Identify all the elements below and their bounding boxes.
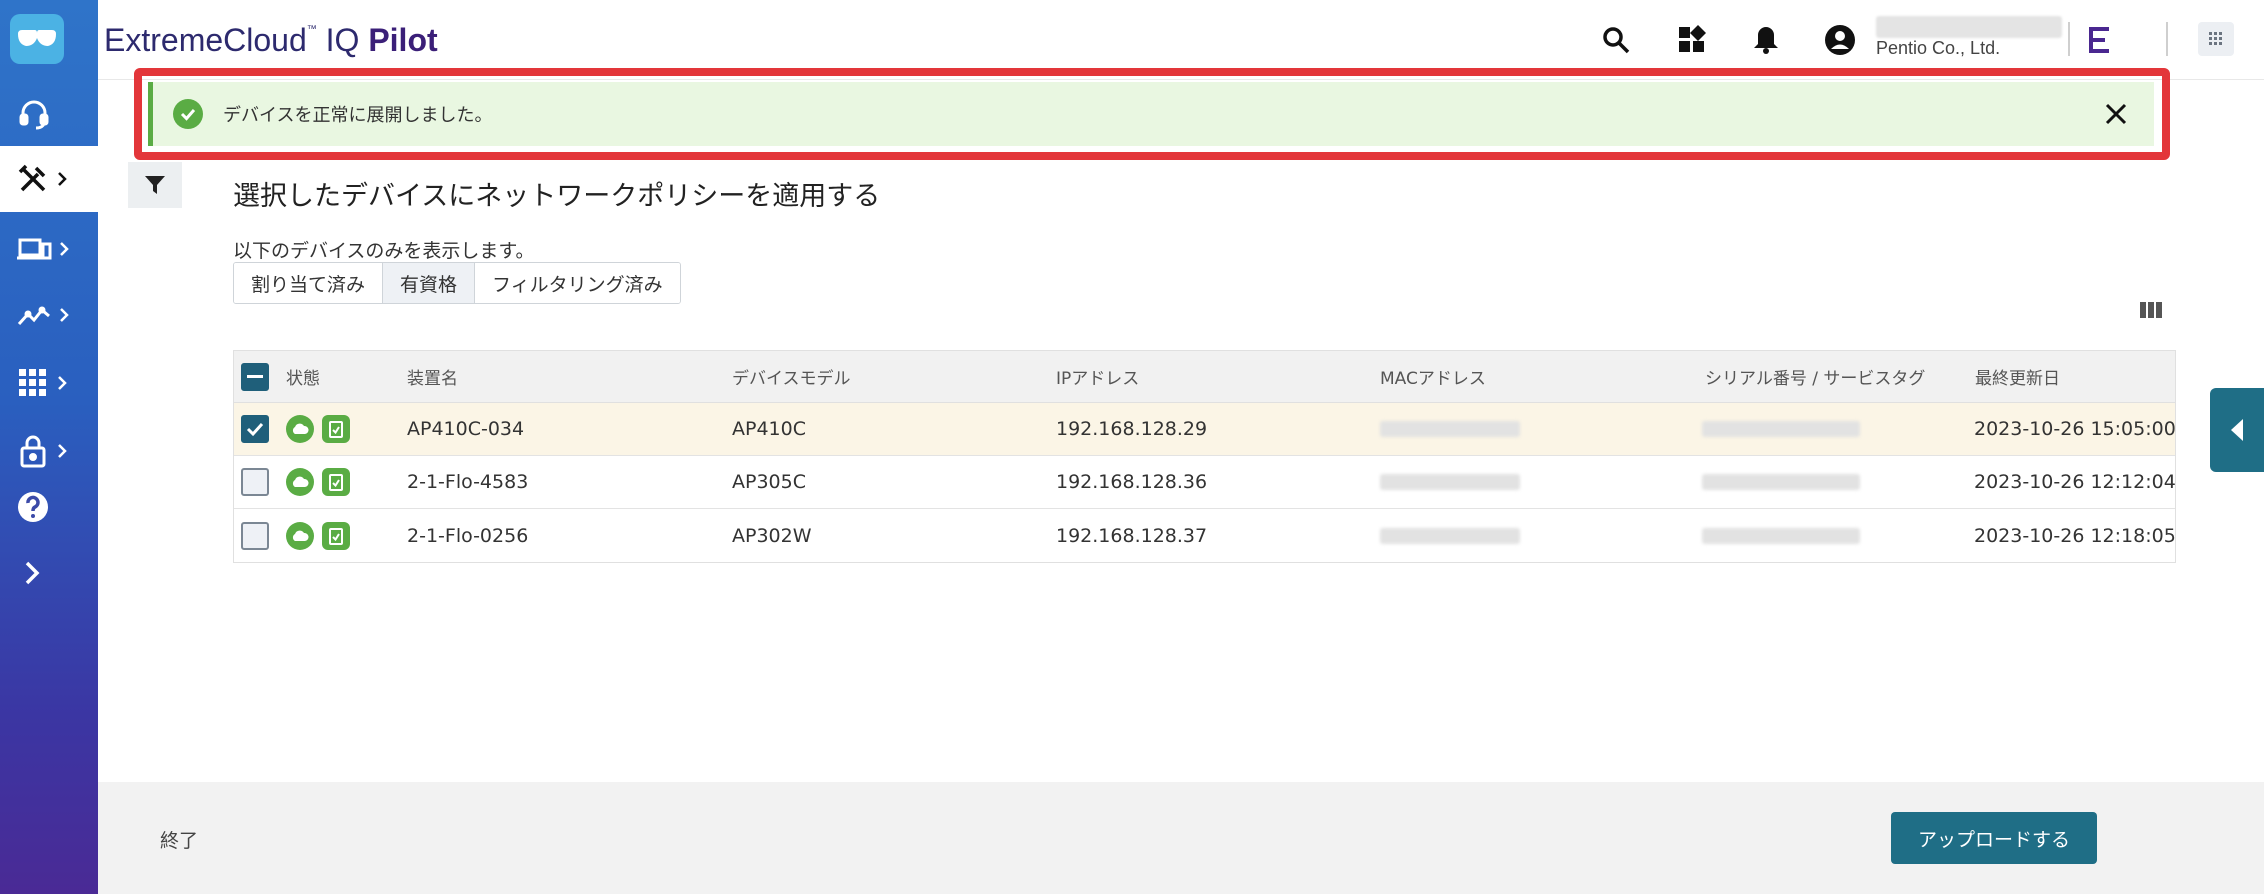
clipboard-check-icon (322, 521, 350, 550)
org-name: Pentio Co., Ltd. (1876, 38, 2001, 58)
segment-qualified[interactable]: 有資格 (383, 263, 476, 303)
chevron-left-icon (2231, 419, 2243, 441)
headset-icon (19, 100, 49, 130)
device-ip: 192.168.128.37 (1056, 524, 1208, 547)
table-row[interactable]: 2-1-Flo-4583 AP305C 192.168.128.36 2023-… (234, 456, 2176, 509)
close-icon[interactable] (2100, 98, 2132, 130)
check-circle-icon (173, 99, 203, 129)
chevron-right-icon (58, 444, 67, 458)
header-model[interactable]: デバイスモデル (732, 351, 851, 402)
sidebar-item-devices[interactable] (0, 216, 98, 282)
device-updated: 2023-10-26 12:18:05 (1974, 524, 2176, 547)
segment-assigned[interactable]: 割り当て済み (234, 263, 384, 303)
segment-filtered[interactable]: フィルタリング済み (475, 263, 680, 303)
mac-redacted (1380, 509, 1520, 562)
upload-button[interactable]: アップロードする (1891, 812, 2097, 864)
account-icon[interactable] (1822, 22, 1858, 58)
device-model: AP410C (732, 418, 806, 440)
device-name: 2-1-Flo-0256 (407, 524, 529, 547)
device-updated: 2023-10-26 12:12:04 (1974, 471, 2176, 493)
lock-icon (20, 435, 46, 468)
tools-icon (18, 164, 46, 192)
filter-note: 以下のデバイスのみを表示します。 (233, 240, 535, 262)
device-name: 2-1-Flo-4583 (407, 471, 529, 493)
app-logo[interactable] (10, 14, 64, 64)
divider (2166, 22, 2168, 56)
device-table: 状態 装置名 デバイスモデル IPアドレス MACアドレス シリアル番号 / サ… (233, 350, 2176, 563)
row-checkbox[interactable] (241, 509, 269, 562)
grid-icon (19, 369, 46, 396)
header-status[interactable]: 状態 (286, 351, 320, 402)
notification-bell-icon[interactable] (1748, 22, 1784, 58)
cloud-icon (286, 521, 314, 550)
sidebar-item-support[interactable] (0, 82, 98, 148)
footer-bar: 終了 アップロードする (98, 782, 2264, 894)
chevron-right-icon (58, 172, 67, 186)
select-all-checkbox[interactable] (241, 351, 269, 402)
segment-control: 割り当て済み 有資格 フィルタリング済み (233, 262, 681, 304)
row-checkbox[interactable] (241, 456, 269, 508)
side-panel-toggle[interactable] (2210, 388, 2264, 472)
table-row[interactable]: 2-1-Flo-0256 AP302W 192.168.128.37 2023-… (234, 509, 2176, 562)
clipboard-check-icon (322, 415, 350, 443)
chevron-right-icon (60, 308, 69, 322)
device-ip: 192.168.128.36 (1056, 471, 1208, 493)
status-icons (286, 456, 358, 508)
chevron-right-icon (60, 242, 69, 256)
extreme-logo-icon[interactable] (2082, 22, 2118, 58)
chevron-right-icon (58, 376, 67, 390)
serial-redacted (1702, 403, 1860, 455)
alert-message: デバイスを正常に展開しました。 (223, 105, 493, 126)
device-updated: 2023-10-26 15:05:00 (1974, 418, 2176, 440)
header-name[interactable]: 装置名 (407, 351, 458, 402)
grid-icon (2209, 32, 2222, 45)
status-icons (286, 509, 358, 562)
serial-redacted (1702, 456, 1860, 508)
header-ip[interactable]: IPアドレス (1056, 351, 1139, 402)
mac-redacted (1380, 456, 1520, 508)
device-model: AP305C (732, 471, 806, 493)
analytics-icon (17, 306, 50, 326)
filter-button[interactable] (128, 162, 182, 208)
search-icon[interactable] (1598, 22, 1634, 58)
divider (2068, 22, 2070, 56)
cloud-icon (286, 468, 314, 496)
column-picker-icon[interactable] (2140, 302, 2164, 322)
help-icon (18, 492, 48, 522)
user-name-redacted (1876, 16, 2062, 38)
device-ip: 192.168.128.29 (1056, 418, 1208, 440)
sidebar-item-apps[interactable] (0, 350, 98, 416)
sidebar-item-help[interactable] (0, 474, 98, 540)
device-name: AP410C-034 (407, 418, 525, 440)
exit-button[interactable]: 終了 (160, 826, 198, 853)
header-mac[interactable]: MACアドレス (1380, 351, 1486, 402)
clipboard-check-icon (322, 468, 350, 496)
sidebar (0, 0, 98, 894)
page-title: 選択したデバイスにネットワークポリシーを適用する (233, 181, 881, 212)
app-switcher-button[interactable] (2198, 22, 2234, 56)
status-icons (286, 403, 358, 455)
mac-redacted (1380, 403, 1520, 455)
serial-redacted (1702, 509, 1860, 562)
widgets-icon[interactable] (1674, 22, 1710, 58)
sidebar-expand[interactable] (0, 540, 98, 606)
row-checkbox[interactable] (241, 403, 269, 455)
devices-icon (17, 238, 52, 260)
brand-title: ExtremeCloud™ IQ Pilot (104, 22, 438, 58)
cloud-icon (286, 415, 314, 443)
sidebar-item-tools[interactable] (0, 146, 98, 212)
chevron-right-icon (25, 561, 40, 585)
header-serial[interactable]: シリアル番号 / サービスタグ (1705, 351, 1925, 402)
header-updated[interactable]: 最終更新日 (1975, 351, 2060, 402)
device-model: AP302W (732, 524, 812, 547)
sidebar-item-analytics[interactable] (0, 282, 98, 348)
filter-icon (145, 176, 165, 194)
table-row[interactable]: AP410C-034 AP410C 192.168.128.29 2023-10… (234, 403, 2176, 456)
success-alert: デバイスを正常に展開しました。 (148, 82, 2154, 146)
table-header: 状態 装置名 デバイスモデル IPアドレス MACアドレス シリアル番号 / サ… (234, 351, 2175, 403)
